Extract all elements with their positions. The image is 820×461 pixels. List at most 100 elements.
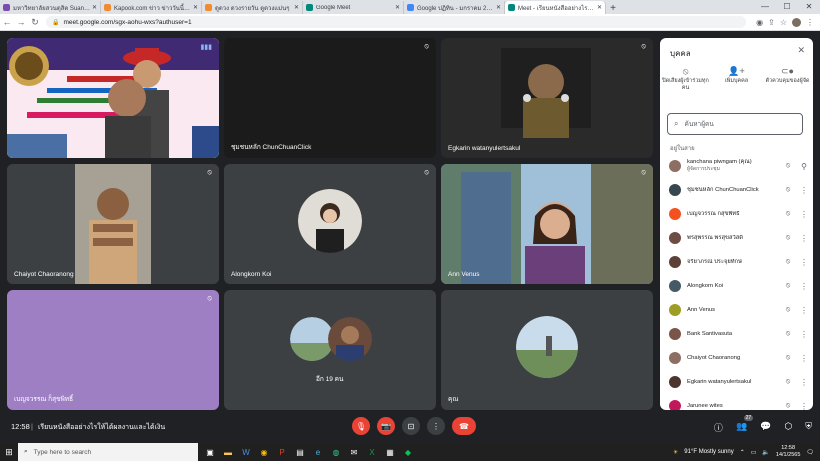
speaking-indicator-icon: ▮▮▮ xyxy=(200,44,212,51)
video-tile[interactable]: ⦸ ชุมชนหลัก ChunChuanClick xyxy=(224,38,436,158)
list-item[interactable]: Chaiyot Chaoranong ⦸ ⋮ xyxy=(660,346,813,370)
browser-tab[interactable]: มหาวิทยาลัยสวนดุสิต Suan Dusit Un✕ xyxy=(0,1,101,14)
list-item[interactable]: Alongkorn Koi ⦸ ⋮ xyxy=(660,274,813,298)
edge-dev-icon[interactable]: ◍ xyxy=(328,444,344,460)
browser-tab[interactable]: Kapook.com ข่าว ข่าววันนี้ ดูดวง✕ xyxy=(101,1,202,14)
camera-indicator-icon[interactable]: ◉ xyxy=(756,18,763,27)
video-tile-self[interactable]: คุณ xyxy=(441,290,653,410)
more-icon[interactable]: ⋮ xyxy=(795,306,813,315)
list-item[interactable]: Bank Santivasuta ⦸ ⋮ xyxy=(660,322,813,346)
video-tile[interactable]: ⦸ Egkarin watanyulertsakul xyxy=(441,38,653,158)
list-item[interactable]: kanchana piwngam (คุณ) ผู้จัดการประชุม ⦸ … xyxy=(660,154,813,178)
host-controls-button[interactable]: ⊂● ตัวควบคุมของผู้จัด xyxy=(762,67,813,92)
lock-icon[interactable]: 🔒 xyxy=(52,19,59,26)
word-icon[interactable]: W xyxy=(238,444,254,460)
leave-call-button[interactable]: ☎ xyxy=(452,417,476,435)
people-icon[interactable]: 👥 27 xyxy=(736,415,754,434)
more-icon[interactable]: ⋮ xyxy=(795,234,813,243)
pin-icon[interactable]: ⚲ xyxy=(795,162,813,171)
file-explorer-icon[interactable]: ▬ xyxy=(220,444,236,460)
weather-text[interactable]: 91°F Mostly sunny xyxy=(684,449,733,455)
more-icon[interactable]: ⋮ xyxy=(795,210,813,219)
video-tile[interactable]: ⦸ Chaiyot Chaoranong xyxy=(7,164,219,284)
taskbar-clock[interactable]: 12:58 14/1/2565 xyxy=(776,445,800,459)
browser-tab-active[interactable]: Meet - เรียนหนังสืออย่างไรให้ได้ผล✕ xyxy=(505,1,606,14)
participant-video xyxy=(441,38,653,158)
search-people-input[interactable]: ⌕ ค้นหาผู้คน xyxy=(667,113,803,135)
edge-icon[interactable]: e xyxy=(310,444,326,460)
new-tab-button[interactable]: + xyxy=(606,3,620,14)
participant-name: Chaiyot Chaoranong xyxy=(14,271,74,278)
present-button[interactable]: ⊡ xyxy=(402,417,420,435)
mic-off-button[interactable]: 🎙 xyxy=(352,417,370,435)
add-people-button[interactable]: 👤+ เพิ่มบุคคล xyxy=(711,67,762,92)
mute-all-button[interactable]: ⦸ ปิดเสียงผู้เข้าร่วมทุกคน xyxy=(660,67,711,92)
list-item[interactable]: Egkarin watanyulertsakul ⦸ ⋮ xyxy=(660,370,813,394)
volume-icon[interactable]: 🔈 xyxy=(762,449,769,456)
self-avatar xyxy=(516,316,578,378)
photos-icon[interactable]: ▦ xyxy=(382,444,398,460)
list-item[interactable]: จริยาภรณ์ ประจุยทักษ์ ⦸ ⋮ xyxy=(660,250,813,274)
profile-avatar[interactable] xyxy=(792,17,801,27)
forward-icon[interactable]: → xyxy=(14,17,28,27)
powerpoint-icon[interactable]: P xyxy=(274,444,290,460)
more-icon[interactable]: ⋮ xyxy=(795,330,813,339)
close-icon[interactable]: ✕ xyxy=(395,4,400,11)
more-icon[interactable]: ⋮ xyxy=(795,378,813,387)
info-icon[interactable]: ⓘ xyxy=(714,421,723,434)
browser-tab[interactable]: ดูดวง ดวงรายวัน ดูดวงแม่นๆ ✕ xyxy=(202,1,303,14)
close-icon[interactable]: ✕ xyxy=(193,4,198,11)
store-icon[interactable]: ▤ xyxy=(292,444,308,460)
list-item[interactable]: ชุมชนหลัก ChunChuanClick ⦸ ⋮ xyxy=(660,178,813,202)
more-icon[interactable]: ⋮ xyxy=(795,282,813,291)
url-input[interactable]: 🔒 meet.google.com/sgx-aohu-wxs?authuser=… xyxy=(46,16,746,28)
close-icon[interactable]: ✕ xyxy=(797,45,805,56)
more-icon[interactable]: ⋮ xyxy=(795,402,813,411)
list-item[interactable]: Jarunee wites ⦸ ⋮ xyxy=(660,394,813,410)
list-item[interactable]: พรสุพรรณ พรสุขสวัสดิ์ ⦸ ⋮ xyxy=(660,226,813,250)
bookmark-star-icon[interactable]: ☆ xyxy=(780,18,787,27)
share-icon[interactable]: ⇪ xyxy=(768,18,775,27)
close-icon[interactable]: ✕ xyxy=(597,4,602,11)
video-tile[interactable]: ⦸ เบญจวรรณ ก็สุขพิทธิ์ xyxy=(7,290,219,410)
video-tile[interactable]: ⦸ Alongkorn Koi xyxy=(224,164,436,284)
video-tile-others[interactable]: อีก 19 คน xyxy=(224,290,436,410)
back-icon[interactable]: ← xyxy=(0,17,14,27)
maximize-icon[interactable]: ☐ xyxy=(776,0,798,14)
browser-tab[interactable]: Google ปฏิทิน - มกราคม 2022 ✕ xyxy=(404,1,505,14)
more-options-button[interactable]: ⋮ xyxy=(427,417,445,435)
list-item[interactable]: Ann Venus ⦸ ⋮ xyxy=(660,298,813,322)
chrome-icon[interactable]: ◉ xyxy=(256,444,272,460)
list-item[interactable]: เบญจวรรณ ก็สุขพิทธิ์ ⦸ ⋮ xyxy=(660,202,813,226)
tab-favicon-icon xyxy=(508,4,515,11)
participant-name: เบญจวรรณ ก็สุขพิทธิ์ xyxy=(14,396,74,403)
video-tile[interactable]: ▮▮▮ xyxy=(7,38,219,158)
video-tile[interactable]: ⦸ Ann Venus xyxy=(441,164,653,284)
shield-icon[interactable]: ⛨ xyxy=(805,421,812,434)
chat-icon[interactable]: 💬 xyxy=(760,421,771,434)
notification-icon[interactable]: 🗨 xyxy=(806,449,814,456)
close-window-icon[interactable]: ✕ xyxy=(798,0,820,14)
more-icon[interactable]: ⋮ xyxy=(795,354,813,363)
camera-off-button[interactable]: 📷 xyxy=(377,417,395,435)
mail-icon[interactable]: ✉ xyxy=(346,444,362,460)
network-icon[interactable]: ▭ xyxy=(751,449,757,456)
taskbar-search-input[interactable]: ⌕ Type here to search xyxy=(18,443,198,461)
clock-time: 12:58 xyxy=(781,445,796,451)
excel-icon[interactable]: X xyxy=(364,444,380,460)
activities-icon[interactable]: ⬡ xyxy=(784,421,792,434)
close-icon[interactable]: ✕ xyxy=(496,4,501,11)
more-icon[interactable]: ⋮ xyxy=(795,186,813,195)
minimize-icon[interactable]: — xyxy=(754,0,776,14)
reload-icon[interactable]: ↻ xyxy=(28,17,42,28)
tray-chevron-icon[interactable]: ⌃ xyxy=(740,449,745,456)
close-icon[interactable]: ✕ xyxy=(294,4,299,11)
close-icon[interactable]: ✕ xyxy=(92,4,97,11)
windows-start-icon[interactable]: ⊞ xyxy=(0,447,18,458)
menu-dots-icon[interactable]: ⋮ xyxy=(806,18,814,27)
tab-label: Meet - เรียนหนังสืออย่างไรให้ได้ผล xyxy=(518,5,595,12)
task-view-icon[interactable]: ▣ xyxy=(202,444,218,460)
more-icon[interactable]: ⋮ xyxy=(795,258,813,267)
browser-tab[interactable]: Google Meet ✕ xyxy=(303,1,404,14)
line-icon[interactable]: ◆ xyxy=(400,444,416,460)
